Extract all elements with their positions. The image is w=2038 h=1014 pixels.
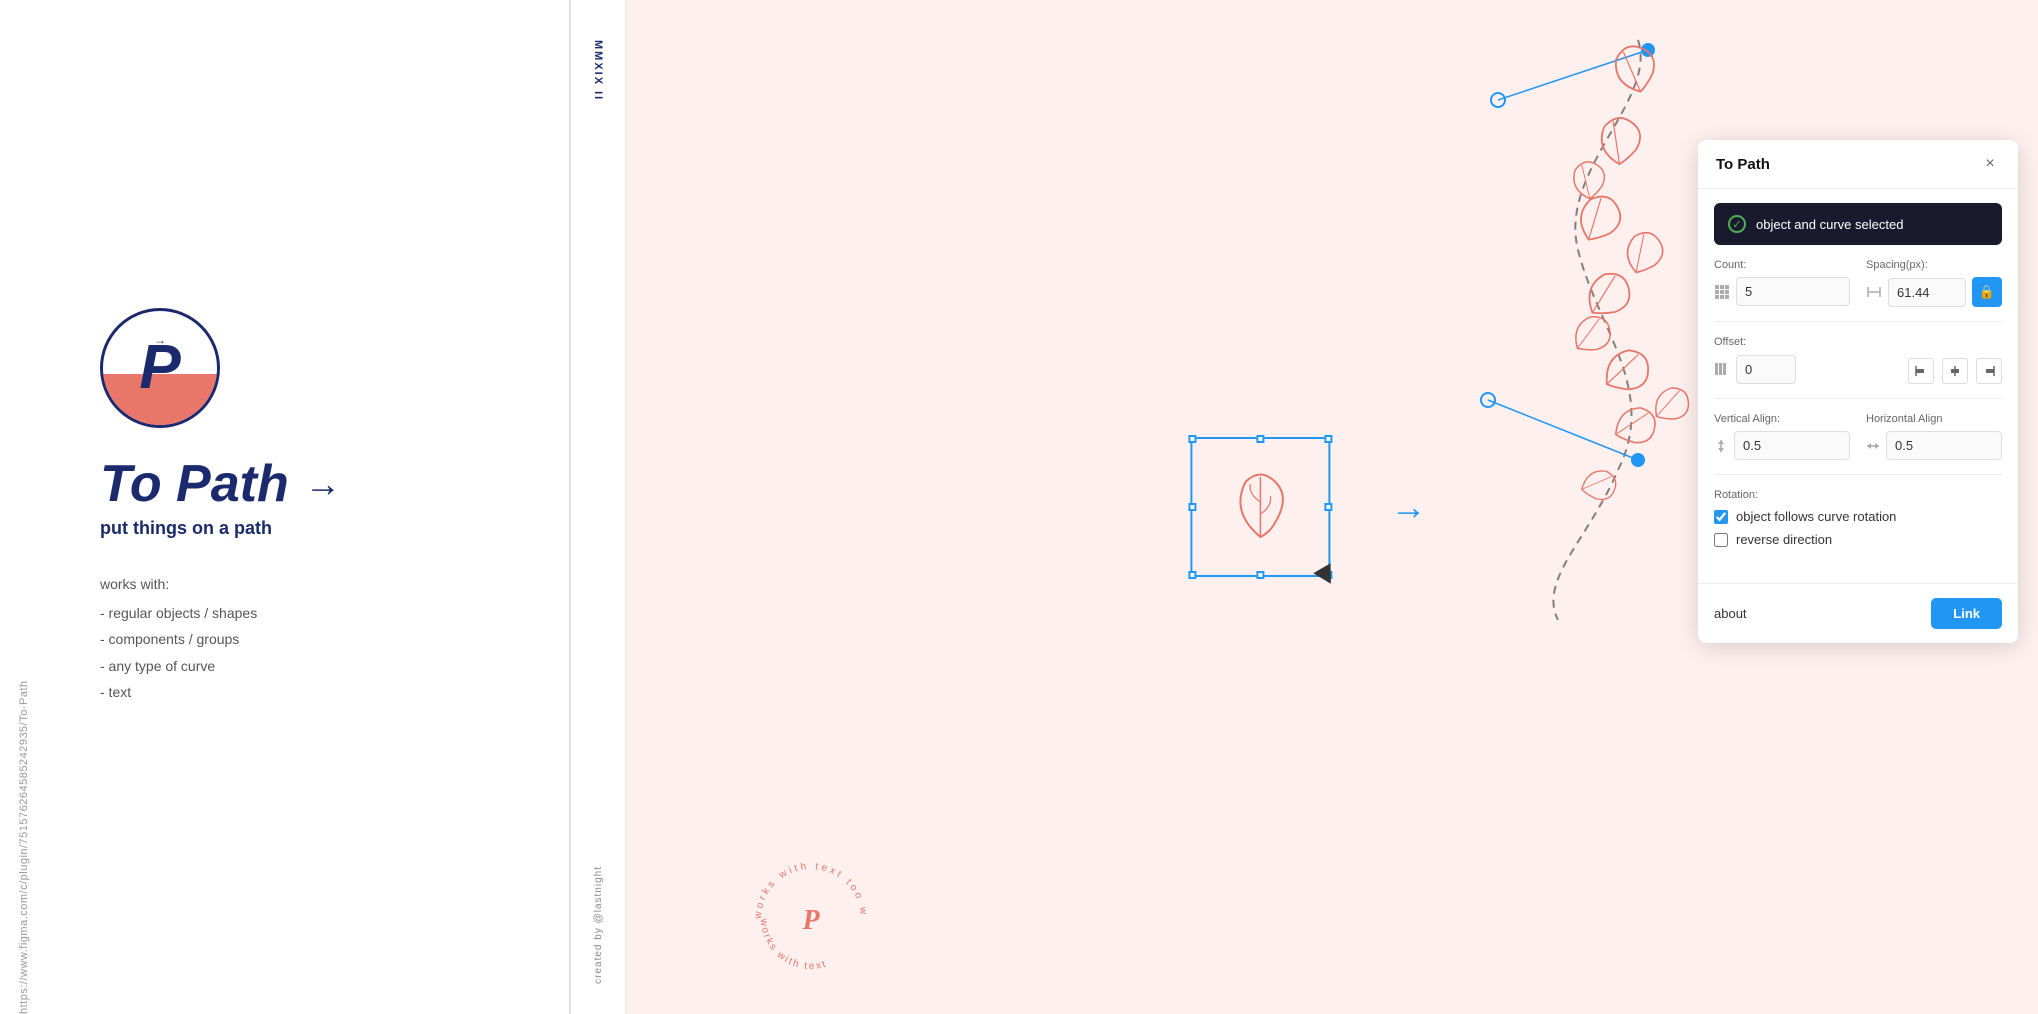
about-link[interactable]: about [1714,606,1747,621]
panel-header: To Path × [1698,140,2018,189]
status-bar: ✓ object and curve selected [1714,203,2002,245]
reverse-direction-checkbox[interactable] [1714,533,1728,547]
main-title: To Path [100,458,289,510]
strip-bottom-text: created by @lastnight [593,866,604,984]
count-field-group: Count: [1714,259,1850,307]
lock-button[interactable]: 🔒 [1972,277,2002,307]
count-label: Count: [1714,259,1850,271]
spacing-field-group: Spacing(px): 🔒 [1866,259,2002,307]
corner-tr [1324,435,1332,443]
panel-body: Count: [1698,259,2018,575]
logo-arrow-icon: → [154,333,166,347]
close-button[interactable]: × [1980,154,2000,174]
vertical-align-input[interactable] [1734,431,1850,460]
url-sidebar: https://www.figma.com/c/plugin/751576264… [18,0,30,1014]
link-button[interactable]: Link [1931,598,2002,629]
horizontal-align-field: Horizontal Align [1866,413,2002,460]
divider-1 [1714,321,2002,322]
panel-title: To Path [1716,156,1770,173]
horizontal-align-icon [1866,439,1880,453]
illustration-area: → [1190,437,1426,577]
corner-mr [1324,503,1332,511]
count-input-row [1714,277,1850,306]
align-center-button[interactable] [1942,358,1968,384]
offset-label: Offset: [1714,336,2002,348]
count-spacing-row: Count: [1714,259,2002,307]
horizontal-align-label: Horizontal Align [1866,413,2002,425]
vert-horiz-align-row: Vertical Align: Horizontal Align [1714,413,2002,460]
subtitle: put things on a path [100,518,272,539]
spacing-input[interactable] [1888,278,1966,307]
cursor-icon [1313,563,1339,589]
divider-3 [1714,474,2002,475]
align-left-button[interactable] [1908,358,1934,384]
rotation-section: Rotation: object follows curve rotation … [1714,489,2002,547]
works-with-item-2: - components / groups [100,626,257,653]
vertical-align-icon [1714,439,1728,453]
main-container: https://www.figma.com/c/plugin/751576264… [0,0,2038,1014]
horizontal-align-input[interactable] [1886,431,2002,460]
divider-2 [1714,398,2002,399]
corner-bm [1256,571,1264,579]
corner-tm [1256,435,1264,443]
corner-tl [1188,435,1196,443]
stamp-svg: works with text too whaat P works with t… [746,854,876,984]
title-row: To Path → [100,458,341,510]
corner-ml [1188,503,1196,511]
reverse-direction-row: reverse direction [1714,532,2002,547]
spacing-icon [1866,284,1882,300]
rotation-label: Rotation: [1714,489,2002,501]
works-with-item-3: - any type of curve [100,653,257,680]
logo-circle: → P [100,308,220,428]
corner-bl [1188,571,1196,579]
grid-icon [1714,284,1730,300]
vertical-align-label: Vertical Align: [1714,413,1850,425]
svg-text:P: P [801,905,820,936]
url-text: https://www.figma.com/c/plugin/751576264… [18,680,30,1014]
canvas-area: → [626,0,2038,1014]
offset-row: Offset: [1714,336,2002,384]
leaf-icon [1220,462,1300,552]
follows-curve-row: object follows curve rotation [1714,509,2002,524]
offset-input[interactable] [1736,355,1796,384]
bars-icon [1714,361,1730,377]
reverse-direction-label: reverse direction [1736,532,1832,547]
align-icons-row [1908,358,2002,384]
vertical-align-field: Vertical Align: [1714,413,1850,460]
left-panel: https://www.figma.com/c/plugin/751576264… [0,0,570,1014]
works-with-item-4: - text [100,679,257,706]
status-text: object and curve selected [1756,217,1903,232]
divider-strip: MMXIX II created by @lastnight [570,0,626,1014]
follows-curve-label: object follows curve rotation [1736,509,1896,524]
spacing-input-row: 🔒 [1866,277,2002,307]
panel-footer: about Link [1698,583,2018,643]
align-right-button[interactable] [1976,358,2002,384]
strip-top-text: MMXIX II [592,40,604,101]
plugin-panel: To Path × ✓ object and curve selected Co… [1698,140,2018,643]
follows-curve-checkbox[interactable] [1714,510,1728,524]
count-input[interactable] [1736,277,1850,306]
works-with-section: works with: - regular objects / shapes -… [100,571,257,706]
arrow-connector-icon: → [1390,486,1426,528]
bottom-stamp: works with text too whaat P works with t… [746,854,876,984]
title-arrow-icon: → [305,463,341,505]
status-check-icon: ✓ [1728,215,1746,233]
works-with-item-1: - regular objects / shapes [100,600,257,627]
works-with-label: works with: [100,571,257,598]
selected-object-box [1190,437,1330,577]
offset-input-row [1714,355,1796,384]
spacing-label: Spacing(px): [1866,259,2002,271]
